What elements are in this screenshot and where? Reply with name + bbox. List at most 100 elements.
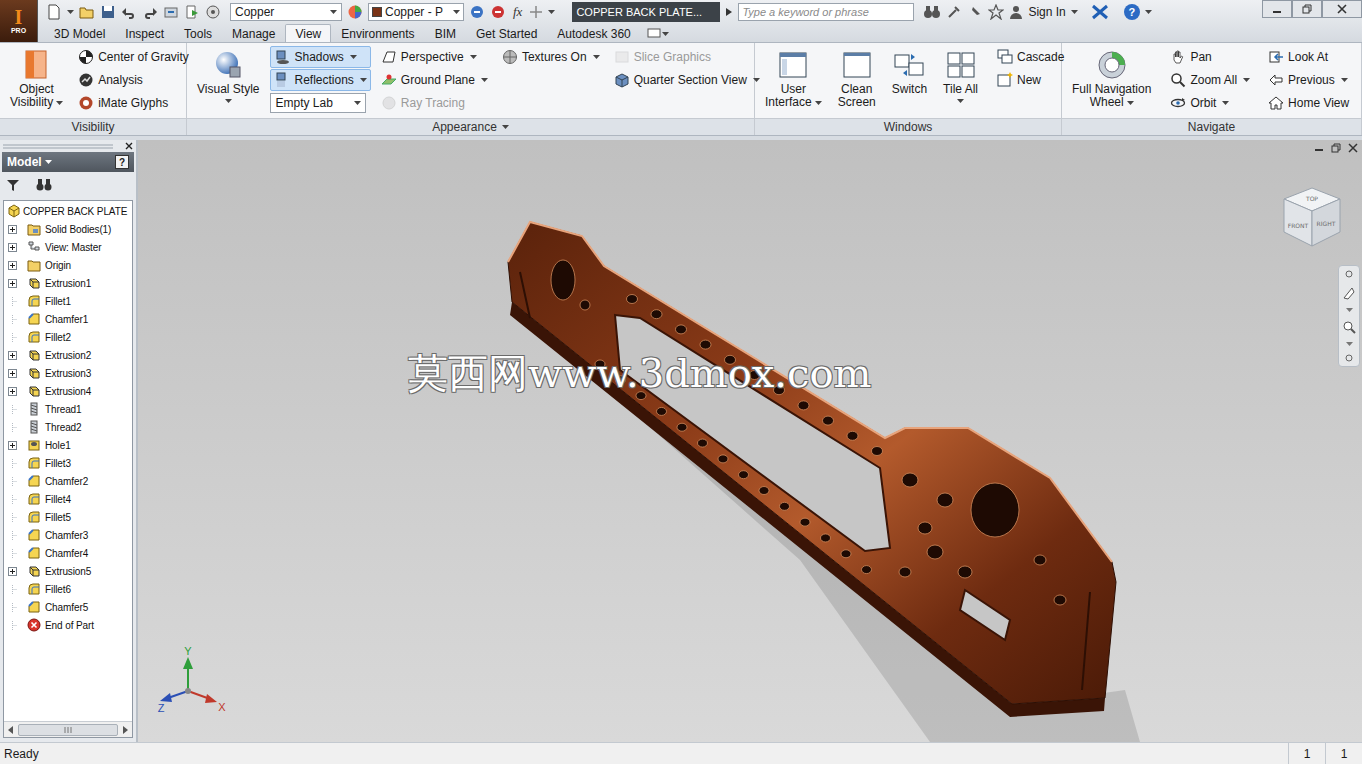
- binoculars-icon[interactable]: [36, 178, 52, 192]
- filter-icon[interactable]: [6, 178, 20, 192]
- tree-row[interactable]: Extrusion5: [4, 562, 132, 580]
- scroll-right-icon[interactable]: [118, 723, 132, 737]
- ribbon-large-button[interactable]: ObjectVisibility: [5, 46, 68, 112]
- expand-arrow-icon[interactable]: [725, 8, 733, 16]
- ribbon-small-button[interactable]: Analysis: [74, 69, 193, 91]
- tree-row[interactable]: View: Master: [4, 238, 132, 256]
- ribbon-small-button[interactable]: Textures On: [498, 46, 604, 68]
- ribbon-large-button[interactable]: Switch: [887, 46, 932, 99]
- open-icon[interactable]: [79, 4, 95, 20]
- color-wheel-icon[interactable]: [347, 4, 363, 20]
- nav-zoom-icon[interactable]: [1342, 320, 1356, 334]
- ribbon-tab[interactable]: Tools: [174, 24, 222, 42]
- material-combo[interactable]: Copper: [230, 3, 342, 21]
- ribbon-large-button[interactable]: Visual Style: [192, 46, 264, 109]
- dropdown-arrow-icon[interactable]: [548, 10, 555, 14]
- expand-plus-icon[interactable]: [8, 261, 17, 270]
- app-logo[interactable]: I PRO: [0, 0, 38, 42]
- expand-plus-icon[interactable]: [8, 351, 17, 360]
- adjust-icon[interactable]: [469, 4, 485, 20]
- tree-row[interactable]: Fillet2: [4, 328, 132, 346]
- browser-grip[interactable]: [0, 140, 136, 152]
- tree-row[interactable]: Fillet6: [4, 580, 132, 598]
- clear-override-icon[interactable]: [490, 4, 506, 20]
- ribbon-panel-label[interactable]: Appearance: [187, 118, 754, 135]
- nav-wheel-icon[interactable]: [1342, 286, 1356, 300]
- ribbon-tab[interactable]: Environments: [331, 24, 424, 42]
- expand-plus-icon[interactable]: [8, 243, 17, 252]
- tree-row[interactable]: Chamfer5: [4, 598, 132, 616]
- tree-row[interactable]: Hole1: [4, 436, 132, 454]
- binoculars-icon[interactable]: [923, 4, 941, 20]
- ribbon-small-button[interactable]: Quarter Section View: [610, 69, 764, 91]
- ribbon-tab[interactable]: BIM: [425, 24, 466, 42]
- dropdown-arrow-icon[interactable]: [1071, 10, 1078, 14]
- expand-plus-icon[interactable]: [8, 279, 17, 288]
- tree-row[interactable]: Chamfer2: [4, 472, 132, 490]
- tree-row[interactable]: Extrusion3: [4, 364, 132, 382]
- ribbon-small-button[interactable]: Previous: [1264, 69, 1353, 91]
- subscription-icon[interactable]: [946, 4, 962, 20]
- tree-row[interactable]: COPPER BACK PLATE: [4, 202, 132, 220]
- dropdown-arrow-icon[interactable]: [1346, 342, 1353, 346]
- restore-icon[interactable]: [1292, 0, 1322, 18]
- viewcube-front-label[interactable]: FRONT: [1288, 222, 1309, 229]
- user-icon[interactable]: [1009, 5, 1023, 19]
- exchange-apps-icon[interactable]: [1091, 4, 1109, 20]
- expand-plus-icon[interactable]: [8, 369, 17, 378]
- expand-plus-icon[interactable]: [8, 225, 17, 234]
- tree-row[interactable]: Extrusion4: [4, 382, 132, 400]
- part-model[interactable]: [138, 140, 1362, 742]
- appearance-combo[interactable]: Copper - P: [368, 3, 464, 21]
- ribbon-options-icon[interactable]: [647, 28, 669, 38]
- browser-header[interactable]: Model ?: [2, 152, 134, 172]
- favorites-star-icon[interactable]: [988, 4, 1004, 20]
- tree-row[interactable]: Fillet1: [4, 292, 132, 310]
- ribbon-small-button[interactable]: Home View: [1264, 92, 1353, 114]
- tree-row[interactable]: Origin: [4, 256, 132, 274]
- communication-icon[interactable]: [967, 4, 983, 20]
- viewcube-right-label[interactable]: RIGHT: [1317, 220, 1336, 227]
- tree-row[interactable]: Solid Bodies(1): [4, 220, 132, 238]
- help-button[interactable]: ?: [1124, 4, 1140, 20]
- expand-plus-icon[interactable]: [8, 567, 17, 576]
- save-icon[interactable]: [100, 4, 116, 20]
- tree-row[interactable]: Fillet5: [4, 508, 132, 526]
- scroll-left-icon[interactable]: [4, 723, 18, 737]
- scroll-thumb[interactable]: [18, 724, 118, 736]
- tree-row[interactable]: Fillet4: [4, 490, 132, 508]
- ribbon-large-button[interactable]: Full NavigationWheel: [1067, 46, 1156, 112]
- tree-row[interactable]: Extrusion2: [4, 346, 132, 364]
- ribbon-small-button[interactable]: Center of Gravity: [74, 46, 193, 68]
- close-icon[interactable]: [1348, 143, 1358, 153]
- undo-icon[interactable]: [121, 4, 137, 20]
- ribbon-tab[interactable]: Manage: [222, 24, 285, 42]
- view-cube[interactable]: TOP FRONT RIGHT: [1280, 184, 1344, 252]
- browser-help-button[interactable]: ?: [115, 155, 129, 169]
- ribbon-small-button[interactable]: Look At: [1264, 46, 1353, 68]
- sign-in-button[interactable]: Sign In: [1028, 3, 1065, 21]
- select-icon[interactable]: [205, 4, 221, 20]
- ribbon-tab[interactable]: Get Started: [466, 24, 547, 42]
- expand-plus-icon[interactable]: [8, 441, 17, 450]
- ribbon-small-button[interactable]: Pan: [1166, 46, 1254, 68]
- return-icon[interactable]: [163, 4, 179, 20]
- expand-plus-icon[interactable]: [8, 387, 17, 396]
- ribbon-tab[interactable]: View: [285, 24, 331, 42]
- graphics-window[interactable]: 莫西网www.3dmox.com TOP FRONT RIGHT: [138, 140, 1362, 742]
- search-field[interactable]: [738, 3, 914, 21]
- parameters-button[interactable]: fx: [511, 2, 524, 22]
- ribbon-small-button[interactable]: Cascade: [993, 46, 1068, 68]
- update-icon[interactable]: [184, 4, 200, 20]
- ribbon-small-button[interactable]: Ground Plane: [377, 69, 492, 91]
- ribbon-small-button[interactable]: New: [993, 69, 1068, 91]
- minimize-icon[interactable]: [1262, 0, 1292, 18]
- tree-row[interactable]: Fillet3: [4, 454, 132, 472]
- ribbon-small-button[interactable]: Perspective: [377, 46, 492, 68]
- dropdown-arrow-icon[interactable]: [1346, 308, 1353, 312]
- ribbon-large-button[interactable]: CleanScreen: [833, 46, 881, 112]
- tree-row[interactable]: Thread1: [4, 400, 132, 418]
- ribbon-small-button[interactable]: iMate Glyphs: [74, 92, 193, 114]
- tree-row[interactable]: Thread2: [4, 418, 132, 436]
- nav-dot-icon[interactable]: [1345, 270, 1353, 278]
